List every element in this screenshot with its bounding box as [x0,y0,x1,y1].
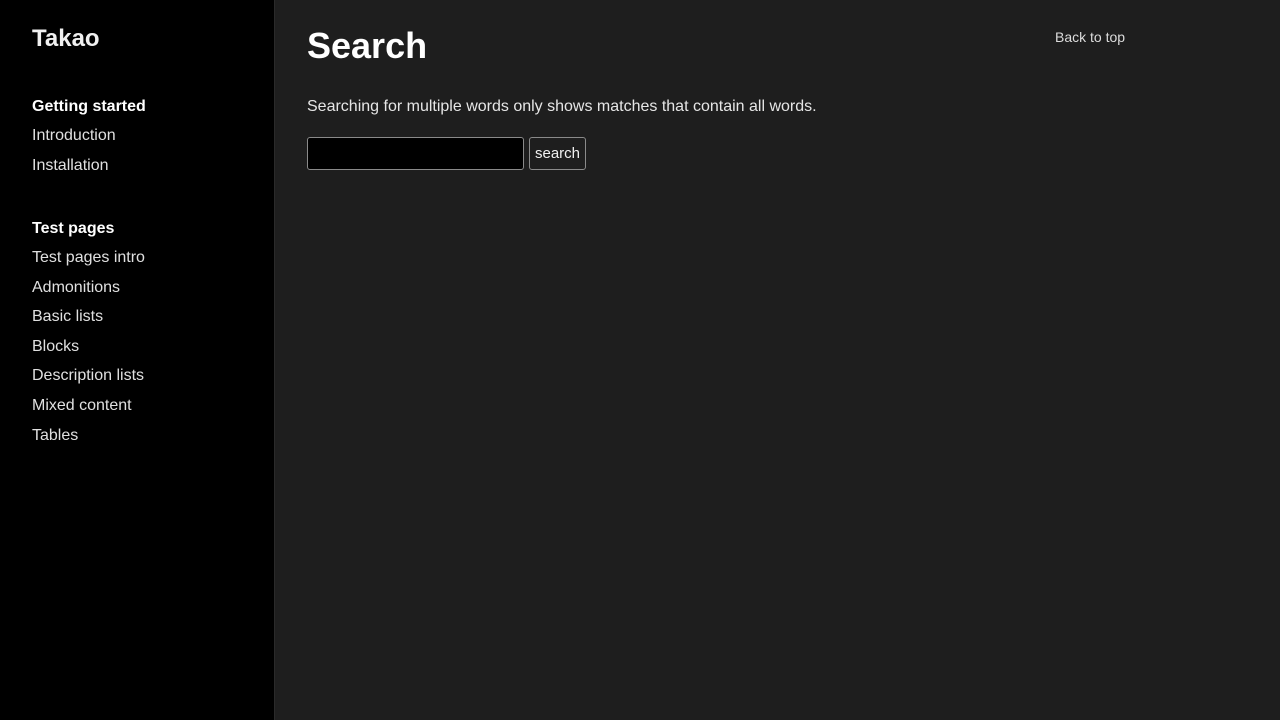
nav-heading-test-pages: Test pages [32,220,115,237]
nav-heading-getting-started: Getting started [32,98,146,115]
nav-section-test-pages: Test pages Test pages intro Admonitions … [32,218,145,454]
sidebar-item-admonitions[interactable]: Admonitions [32,277,145,299]
sidebar-item-basic-lists[interactable]: Basic lists [32,306,145,328]
sidebar-item-tables[interactable]: Tables [32,425,145,447]
sidebar-item-test-pages-intro[interactable]: Test pages intro [32,247,145,269]
main-content: Search Back to top Searching for multipl… [276,0,1280,720]
search-instructions: Searching for multiple words only shows … [307,98,817,115]
page-title: Search [307,25,428,66]
sidebar-item-blocks[interactable]: Blocks [32,336,145,358]
site-title-link[interactable]: Takao [32,24,100,54]
sidebar-item-description-lists[interactable]: Description lists [32,365,145,387]
search-form: search [307,137,587,170]
search-button[interactable]: search [529,137,587,170]
nav-section-getting-started: Getting started Introduction Installatio… [32,96,146,184]
sidebar-item-mixed-content[interactable]: Mixed content [32,395,145,417]
back-to-top-link[interactable]: Back to top [1055,28,1125,46]
sidebar-item-introduction[interactable]: Introduction [32,125,146,147]
sidebar-item-installation[interactable]: Installation [32,155,146,177]
search-input[interactable] [307,137,524,170]
sidebar: Takao Getting started Introduction Insta… [0,0,275,720]
